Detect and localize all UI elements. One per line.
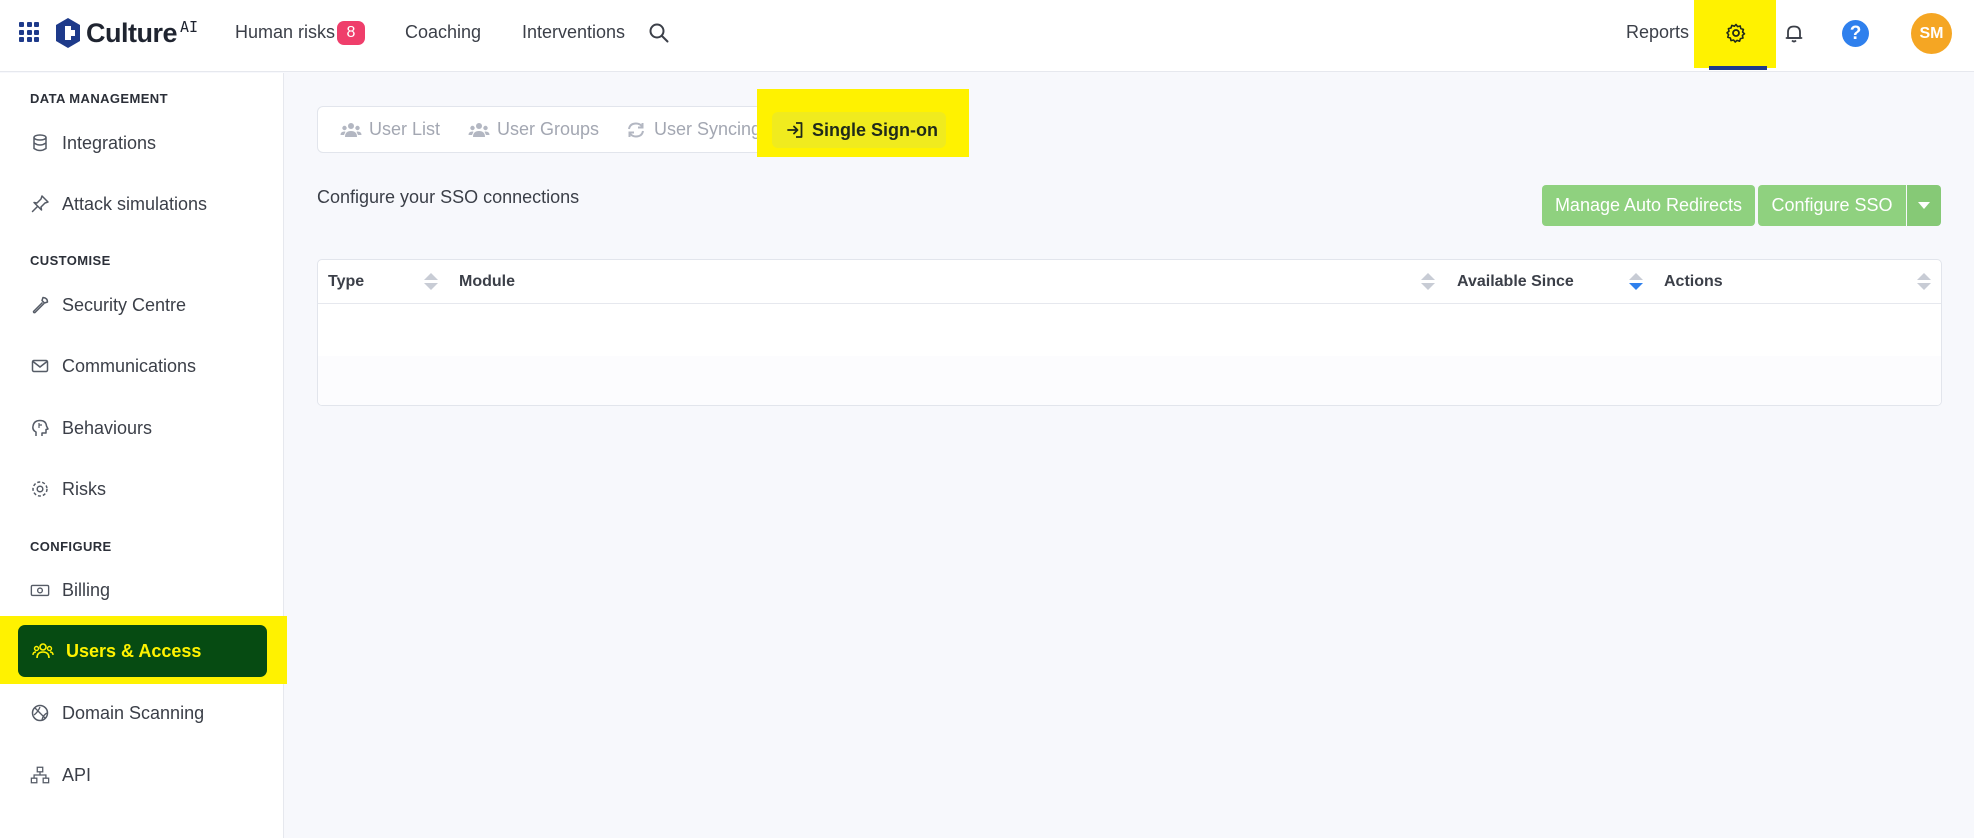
users-icon <box>468 122 490 137</box>
page-subtitle: Configure your SSO connections <box>317 187 580 207</box>
sidebar-item-integrations[interactable]: Integrations <box>30 128 156 158</box>
users-icon <box>340 122 362 137</box>
sidebar-item-risks[interactable]: Risks <box>30 474 106 504</box>
section-data-management: DATA MANAGEMENT <box>30 91 168 106</box>
sidebar-item-label: Domain Scanning <box>62 702 205 723</box>
sidebar-item-label: Attack simulations <box>62 193 208 214</box>
search-icon[interactable] <box>648 22 670 44</box>
globe-scan-icon <box>31 704 49 722</box>
manage-auto-redirects-button[interactable]: Manage Auto Redirects <box>1542 185 1755 226</box>
sidebar-item-behaviours[interactable]: Behaviours <box>30 413 152 443</box>
sidebar-item-label: API <box>62 764 92 785</box>
sidebar-item-label: Behaviours <box>62 417 153 438</box>
help-icon[interactable]: ? <box>1842 20 1869 47</box>
tab-user-list[interactable]: User List <box>340 119 440 140</box>
sidebar-item-billing[interactable]: Billing <box>30 575 110 605</box>
sync-icon <box>628 121 644 138</box>
table-header: Type Module Available Since Actions <box>318 260 1941 304</box>
human-risks-badge: 8 <box>337 21 365 45</box>
top-bar: Culture AI Human risks 8 Coaching Interv… <box>0 0 1974 72</box>
empty-table-body <box>318 356 1941 405</box>
sidebar-item-domain-scanning[interactable]: Domain Scanning <box>30 698 204 728</box>
tab-label: User Syncing <box>654 119 762 139</box>
section-customise: CUSTOMISE <box>30 253 111 268</box>
column-header-available-since[interactable]: Available Since <box>1457 273 1574 291</box>
sidebar-item-attack-simulations[interactable]: Attack simulations <box>30 189 207 219</box>
sidebar-item-label: Risks <box>62 478 106 499</box>
sidebar-item-communications[interactable]: Communications <box>30 351 196 381</box>
banknote-icon <box>30 584 50 597</box>
tab-user-syncing[interactable]: User Syncing <box>625 119 761 140</box>
tab-label: Single Sign-on <box>812 119 938 140</box>
app-grid-icon[interactable] <box>19 22 39 42</box>
configure-sso-button[interactable]: Configure SSO <box>1758 185 1906 226</box>
column-header-type[interactable]: Type <box>328 273 364 291</box>
avatar[interactable]: SM <box>1911 13 1952 54</box>
tab-label: User Groups <box>497 119 600 139</box>
database-icon <box>33 134 47 152</box>
gear-icon[interactable] <box>1725 22 1747 44</box>
logo-text: Culture <box>86 17 178 48</box>
tab-single-sign-on[interactable]: Single Sign-on <box>772 112 946 148</box>
tab-label: User List <box>369 119 441 139</box>
sort-icon[interactable] <box>1917 273 1931 291</box>
cog-icon <box>32 481 48 497</box>
column-header-actions[interactable]: Actions <box>1664 273 1723 291</box>
sso-connections-table: Type Module Available Since Actions <box>317 259 1942 406</box>
nav-human-risks[interactable]: Human risks <box>235 22 335 43</box>
nav-interventions[interactable]: Interventions <box>522 22 625 43</box>
sidebar-item-label: Users & Access <box>66 640 202 661</box>
sort-icon[interactable] <box>1421 273 1435 291</box>
column-header-module[interactable]: Module <box>459 273 515 291</box>
head-brain-icon <box>32 419 49 436</box>
sign-in-icon <box>787 122 803 138</box>
nav-coaching[interactable]: Coaching <box>405 22 481 43</box>
sidebar-item-label: Integrations <box>62 132 157 153</box>
users-icon <box>32 643 54 659</box>
section-configure: CONFIGURE <box>30 539 112 554</box>
culture-logo-icon <box>56 18 80 48</box>
sidebar-item-label: Security Centre <box>62 294 187 315</box>
sidebar-item-security-centre[interactable]: Security Centre <box>30 290 186 320</box>
wrench-icon <box>32 296 49 314</box>
settings-active-indicator <box>1709 66 1767 70</box>
sort-desc-icon[interactable] <box>1629 273 1643 291</box>
envelope-icon <box>31 359 49 373</box>
network-icon <box>30 766 50 784</box>
bell-icon[interactable] <box>1783 22 1805 44</box>
sort-icon[interactable] <box>424 273 438 291</box>
configure-sso-dropdown-button[interactable] <box>1907 185 1941 226</box>
sidebar-item-label: Billing <box>62 579 111 600</box>
sidebar-item-users-access[interactable]: Users & Access <box>18 625 267 677</box>
logo-ai-suffix: AI <box>180 18 199 36</box>
pin-icon <box>31 195 49 213</box>
sidebar-item-label: Communications <box>62 355 197 376</box>
tab-user-groups[interactable]: User Groups <box>468 119 599 140</box>
sidebar-item-api[interactable]: API <box>30 760 91 790</box>
chevron-down-icon <box>1918 202 1930 209</box>
nav-reports[interactable]: Reports <box>1626 22 1689 43</box>
logo[interactable]: Culture AI <box>54 17 198 49</box>
